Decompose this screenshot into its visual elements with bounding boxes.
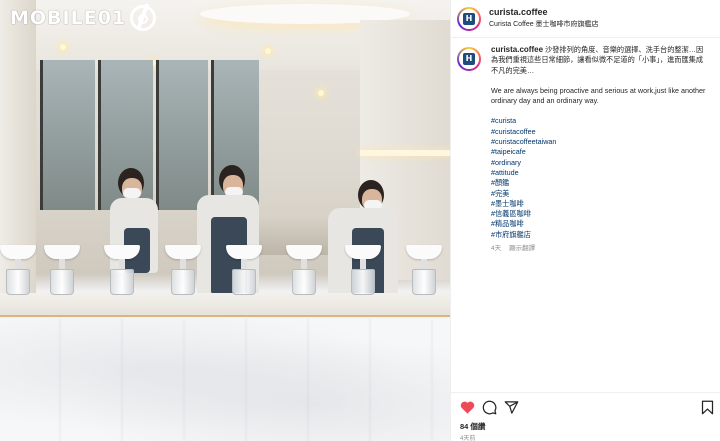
bookmark-icon[interactable] [699, 399, 715, 415]
hashtag-link[interactable]: #信義區咖啡 [491, 209, 706, 219]
post-header: H curista.coffee Curista Coffee 墨士咖啡市府旗艦… [451, 0, 720, 38]
dripper [226, 245, 262, 295]
watermark-logo: MOBILE01 [10, 5, 157, 31]
photo-window [40, 60, 95, 210]
hashtag-link[interactable]: #ordinary [491, 158, 706, 168]
post-age: 4天前 [460, 436, 476, 441]
hashtag-link[interactable]: #市府旗艦店 [491, 230, 706, 240]
post-sidebar: H curista.coffee Curista Coffee 墨士咖啡市府旗艦… [450, 0, 720, 441]
photo-window [156, 60, 208, 210]
hashtag-link[interactable]: #curistacoffeetaiwan [491, 137, 706, 147]
hashtag-link[interactable]: #taipeicafe [491, 147, 706, 157]
photo-light [60, 44, 66, 50]
watermark-icon [130, 5, 157, 31]
caption-avatar[interactable]: H [457, 47, 481, 71]
post-photo[interactable]: MOBILE01 [0, 0, 450, 441]
photo-light [318, 90, 324, 96]
share-icon[interactable] [503, 399, 519, 415]
dripper [345, 245, 381, 295]
post-username[interactable]: curista.coffee [489, 6, 599, 18]
hashtag-link[interactable]: #curistacoffee [491, 127, 706, 137]
photo-counter-top [0, 293, 450, 317]
translate-link[interactable]: 顯示翻譯 [509, 244, 535, 254]
comment-icon[interactable] [481, 399, 497, 415]
heart-icon[interactable] [459, 399, 475, 415]
hashtag-link[interactable]: #精品咖啡 [491, 219, 706, 229]
dripper [0, 245, 36, 295]
like-count[interactable]: 84 個讚 [460, 421, 485, 432]
dripper [286, 245, 322, 295]
hashtag-list: #curista #curistacoffee #curistacoffeeta… [491, 116, 706, 240]
caption-text-en: We are always being proactive and seriou… [491, 85, 706, 106]
hashtag-link[interactable]: #完美 [491, 189, 706, 199]
watermark-text: MOBILE01 [10, 7, 127, 29]
brand-logo-icon: H [463, 53, 475, 65]
dripper [406, 245, 442, 295]
profile-avatar[interactable]: H [457, 6, 481, 31]
post-location[interactable]: Curista Coffee 墨士咖啡市府旗艦店 [489, 19, 599, 31]
hashtag-link[interactable]: #墨士咖啡 [491, 199, 706, 209]
dripper [104, 245, 140, 295]
hashtag-link[interactable]: #attitude [491, 168, 706, 178]
caption-username[interactable]: curista.coffee [491, 45, 543, 54]
photo-wall-light [360, 150, 450, 156]
dripper [44, 245, 80, 295]
caption-area: H curista.coffee 沙發排列的角度、音樂的選擇、洗手台的整潔…因為… [451, 39, 720, 391]
brand-logo-icon: H [463, 12, 475, 25]
action-bar: 84 個讚 4天前 [451, 392, 720, 441]
photo-light [265, 48, 271, 54]
hashtag-link[interactable]: #curista [491, 116, 706, 126]
hashtag-link[interactable]: #顏鑑 [491, 178, 706, 188]
dripper [165, 245, 201, 295]
photo-counter-front [0, 319, 450, 441]
caption-time: 4天 [491, 245, 502, 253]
caption-body: curista.coffee 沙發排列的角度、音樂的選擇、洗手台的整潔…因為我們… [491, 45, 706, 254]
